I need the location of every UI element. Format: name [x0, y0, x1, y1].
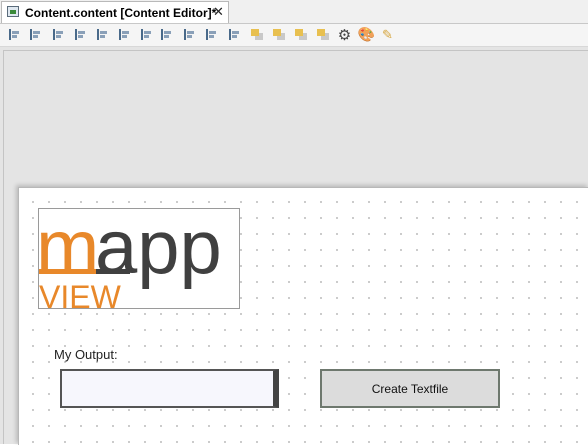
distribute-horizontal-icon[interactable]	[226, 26, 243, 43]
editor-toolbar: ⚙ 🎨 ✎	[0, 24, 588, 47]
same-size-icon[interactable]	[181, 26, 198, 43]
output-label: My Output:	[54, 347, 118, 362]
align-right-icon[interactable]	[50, 26, 67, 43]
send-backward-icon[interactable]	[314, 26, 331, 43]
editor-workspace: m app VIEW My Output: Create Textfile	[0, 47, 588, 445]
output-field[interactable]	[60, 369, 279, 408]
center-horizontal-icon[interactable]	[116, 26, 133, 43]
logo-view-text: VIEW	[39, 279, 122, 308]
editor-tab[interactable]: Content.content [Content Editor]* ✕	[1, 1, 229, 23]
logo-underline-orange	[39, 269, 96, 274]
editor-tab-strip: Content.content [Content Editor]* ✕	[0, 0, 588, 24]
content-file-icon	[7, 6, 19, 17]
gear-icon[interactable]: ⚙	[336, 26, 353, 44]
distribute-vertical-icon[interactable]	[203, 26, 220, 43]
format-brush-icon[interactable]: ✎	[379, 26, 396, 43]
bring-forward-icon[interactable]	[292, 26, 309, 43]
align-top-icon[interactable]	[27, 26, 44, 43]
mapp-view-logo[interactable]: m app VIEW	[38, 208, 240, 309]
align-left-icon[interactable]	[6, 26, 23, 43]
send-to-back-icon[interactable]	[270, 26, 287, 43]
palette-icon[interactable]: 🎨	[358, 26, 375, 43]
center-vertical-icon[interactable]	[94, 26, 111, 43]
logo-letter-m: m	[39, 209, 99, 290]
create-textfile-button[interactable]: Create Textfile	[320, 369, 500, 408]
editor-tab-title: Content.content [Content Editor]*	[25, 6, 217, 20]
align-bottom-icon[interactable]	[72, 26, 89, 43]
logo-underline-dark	[96, 269, 130, 274]
same-width-icon[interactable]	[158, 26, 175, 43]
logo-letters-app: app	[95, 209, 222, 290]
close-icon[interactable]: ✕	[213, 4, 224, 20]
content-page[interactable]: m app VIEW My Output: Create Textfile	[18, 187, 588, 445]
same-height-icon[interactable]	[138, 26, 155, 43]
bring-to-front-icon[interactable]	[248, 26, 265, 43]
logo-graphic: m app VIEW	[39, 209, 222, 308]
